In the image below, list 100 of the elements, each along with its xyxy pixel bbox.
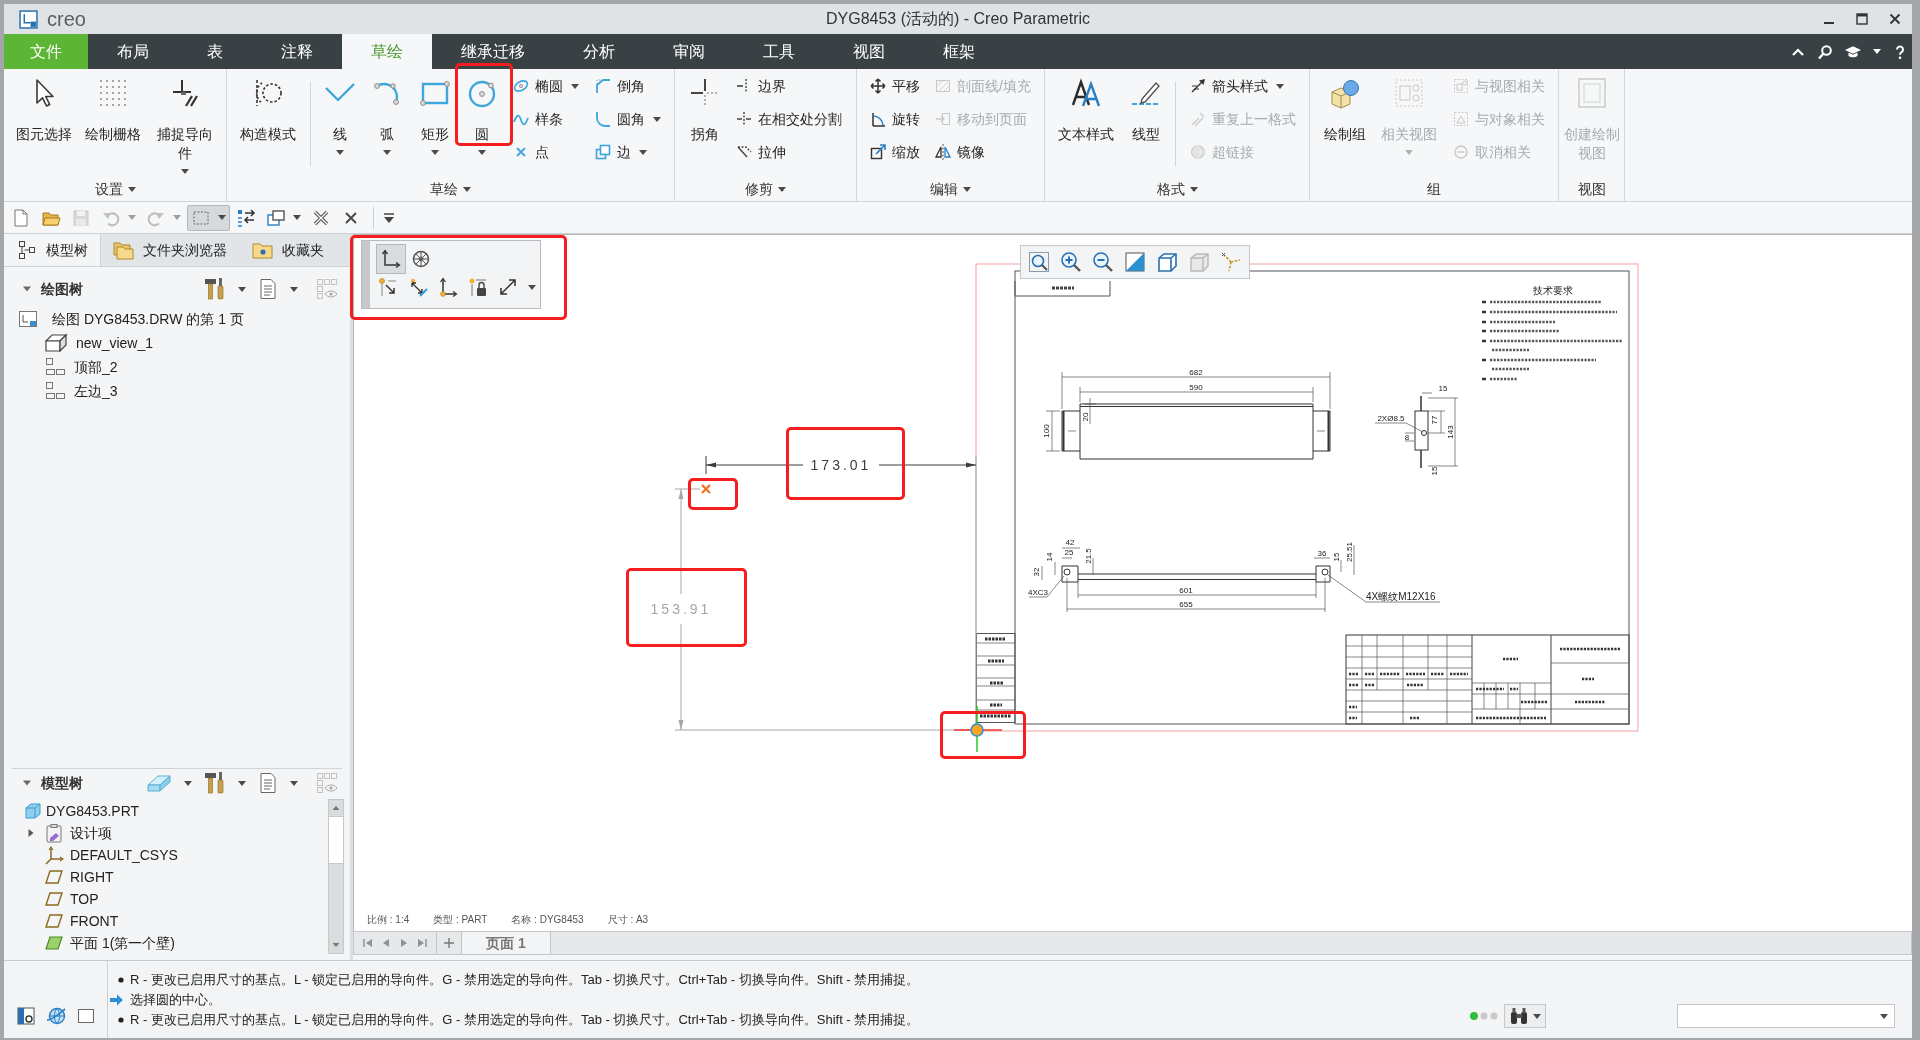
window-icon[interactable] xyxy=(76,1006,96,1026)
dimension-value: 42 xyxy=(1065,538,1075,547)
ribbon-button[interactable]: 椭圆 xyxy=(511,72,582,100)
caret-icon xyxy=(1873,49,1881,54)
ribbon-button[interactable]: 捕捉导向件 xyxy=(152,72,217,174)
ribbon-tab[interactable]: 工具 xyxy=(734,34,824,69)
axes-point-icon[interactable] xyxy=(438,277,458,297)
ribbon-button[interactable]: 倒角 xyxy=(592,72,663,100)
brush-icon xyxy=(1189,111,1206,127)
ribbon-tab[interactable]: 布局 xyxy=(88,34,178,69)
add-page-icon[interactable] xyxy=(443,937,455,949)
group-menu[interactable]: 格式 xyxy=(1156,178,1198,200)
panel-tab[interactable]: 模型树 xyxy=(4,234,101,266)
frame-icon xyxy=(1575,77,1608,109)
point-dimension-icon[interactable] xyxy=(378,277,398,297)
ribbon-button[interactable]: 拉伸 xyxy=(734,138,845,166)
ribbon-button[interactable]: 镜像 xyxy=(933,138,1033,166)
double-arrow-icon[interactable] xyxy=(498,277,518,297)
app-logo: creo xyxy=(47,9,86,29)
scrollbar-thumb[interactable] xyxy=(329,816,343,864)
toggle-button[interactable] xyxy=(376,244,406,274)
ribbon-button[interactable]: 线型 xyxy=(1127,72,1164,144)
page-tab[interactable]: 页面 1 xyxy=(462,932,551,954)
ribbon-button[interactable]: 图元选择 xyxy=(13,72,74,144)
ribbon-button[interactable]: 平移 xyxy=(868,72,923,100)
group-menu[interactable]: 编辑 xyxy=(930,178,971,200)
find-button[interactable] xyxy=(1504,1004,1546,1028)
dot-grid-icon xyxy=(97,77,129,109)
status-dot-icon xyxy=(1490,1012,1498,1020)
expand-arrow-icon[interactable] xyxy=(22,284,32,294)
ribbon-button[interactable]: 在相交处分割 xyxy=(734,105,845,133)
tree-item[interactable]: new_view_1 xyxy=(4,331,350,355)
ribbon-button[interactable]: 线 xyxy=(322,72,358,155)
ribbon-tab[interactable]: 审阅 xyxy=(644,34,734,69)
search-icon[interactable] xyxy=(1817,43,1833,60)
wall-icon xyxy=(44,935,64,951)
tree-item[interactable]: 左边_3 xyxy=(4,379,350,403)
menu-caret-icon[interactable] xyxy=(382,210,396,225)
ribbon-tab[interactable]: 注释 xyxy=(252,34,342,69)
group-menu[interactable]: 草绘 xyxy=(430,178,471,200)
graduation-cap-icon[interactable] xyxy=(1844,43,1862,60)
expand-arrow-icon[interactable] xyxy=(22,778,32,788)
ribbon-tab[interactable]: 视图 xyxy=(824,34,914,69)
shapes-icon xyxy=(1328,77,1361,109)
ribbon-tab[interactable]: 表 xyxy=(178,34,252,69)
maximize-icon[interactable] xyxy=(1854,11,1870,27)
ribbon-button[interactable]: 缩放 xyxy=(868,138,923,166)
zoom-fit-icon[interactable] xyxy=(1028,251,1050,273)
ribbon-button[interactable]: 点 xyxy=(511,138,582,166)
ribbon-button[interactable]: 边界 xyxy=(734,72,845,100)
tree-item[interactable]: 设计项 xyxy=(4,822,316,844)
tree-item[interactable]: 顶部_2 xyxy=(4,355,350,379)
panel-layout-icon[interactable] xyxy=(16,1006,36,1026)
ribbon-button[interactable]: 绘制栅格 xyxy=(83,72,143,144)
ribbon-button[interactable]: 圆 xyxy=(463,72,500,155)
repaint-icon[interactable] xyxy=(1124,251,1146,273)
scrollbar[interactable] xyxy=(328,799,344,954)
zoom-out-icon[interactable] xyxy=(1092,251,1114,273)
ribbon-tab[interactable]: 框架 xyxy=(914,34,1004,69)
dimension-value: 25 xyxy=(1064,548,1074,557)
dimension-value: 8 xyxy=(1404,433,1410,442)
filter-field[interactable] xyxy=(1677,1004,1895,1028)
ribbon-button[interactable]: 弧 xyxy=(369,72,406,155)
ribbon-button[interactable]: 构造模式 xyxy=(238,72,299,144)
list-icon[interactable] xyxy=(258,772,278,794)
dimension-value: 32 xyxy=(1032,567,1041,577)
last-page-icon[interactable] xyxy=(416,937,428,949)
ribbon-button[interactable]: 箭头样式 xyxy=(1187,72,1298,100)
tree-item[interactable]: RIGHT xyxy=(4,866,316,888)
ribbon-tab[interactable]: 分析 xyxy=(554,34,644,69)
tree-item[interactable]: DEFAULT_CSYS xyxy=(4,844,316,866)
ribbon-button[interactable]: 边 xyxy=(592,138,663,166)
align-arrows-icon[interactable] xyxy=(408,277,428,297)
ribbon-button[interactable]: 拐角 xyxy=(686,72,723,144)
close-icon[interactable] xyxy=(1887,11,1903,27)
tree-item[interactable]: TOP xyxy=(4,888,316,910)
ribbon-tab[interactable]: 继承迁移 xyxy=(432,34,554,69)
tree-item[interactable]: 平面 1(第一个壁) xyxy=(4,932,316,954)
tree-item[interactable]: DYG8453.PRT xyxy=(4,800,316,822)
group-menu[interactable]: 设置 xyxy=(94,178,136,200)
list-icon[interactable] xyxy=(258,278,278,300)
toolbar-grip[interactable] xyxy=(362,241,370,308)
expand-arrow-icon[interactable] xyxy=(26,828,36,838)
zoom-in-icon[interactable] xyxy=(1060,251,1082,273)
ribbon-button[interactable]: 圆角 xyxy=(592,105,663,133)
tree-item[interactable]: FRONT xyxy=(4,910,316,932)
group-menu[interactable]: 修剪 xyxy=(745,178,786,200)
globe-icon[interactable] xyxy=(46,1006,66,1026)
lock-point-icon[interactable] xyxy=(468,277,488,297)
ribbon-button[interactable]: 样条 xyxy=(511,105,582,133)
tools-icon[interactable] xyxy=(204,277,226,301)
tree-item[interactable]: 绘图 DYG8453.DRW 的第 1 页 xyxy=(4,307,350,331)
view-cube-icon[interactable] xyxy=(1156,251,1178,273)
ribbon-button[interactable]: 矩形 xyxy=(416,72,453,155)
ribbon-button[interactable]: 绘制组 xyxy=(1321,72,1368,144)
dimension-value: 153.91 xyxy=(650,601,712,617)
tools-icon[interactable] xyxy=(204,771,226,795)
ribbon-button[interactable]: 旋转 xyxy=(868,105,923,133)
first-page-icon[interactable] xyxy=(362,937,374,949)
ribbon-button[interactable]: 文本样式 xyxy=(1056,72,1117,144)
